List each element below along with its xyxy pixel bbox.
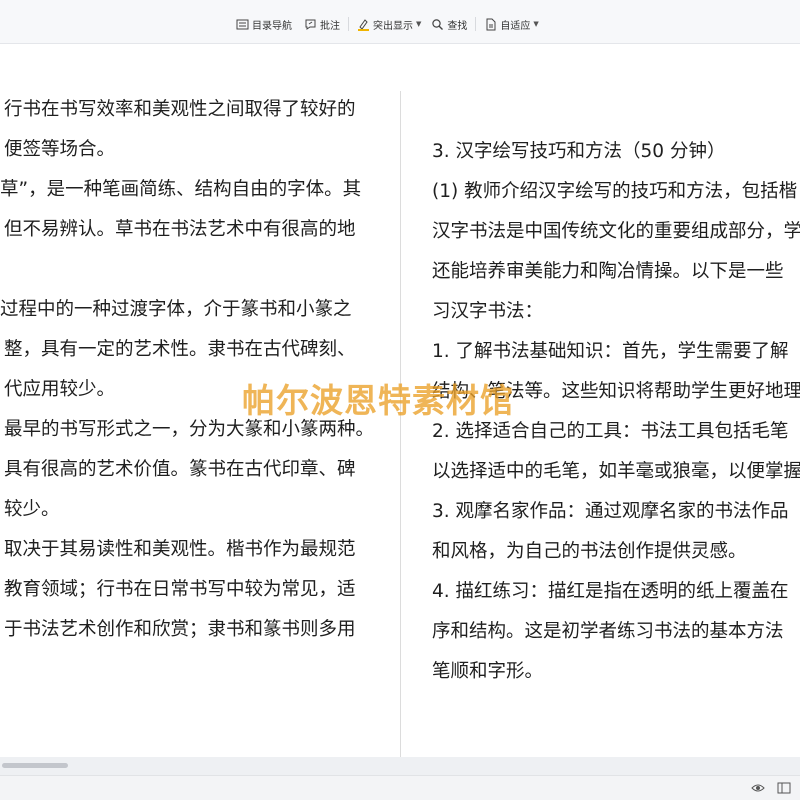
toolbar-separator	[475, 17, 477, 31]
document-fit-icon	[486, 18, 496, 30]
text-line: 于书法艺术创作和欣赏；隶书和篆书则多用	[4, 619, 356, 640]
text-line: 教育领域；行书在日常书写中较为常见，适	[4, 579, 356, 600]
text-line: 行书在书写效率和美观性之间取得了较好的	[4, 99, 356, 120]
text-line: 还能培养审美能力和陶冶情操。以下是一些	[432, 261, 784, 282]
text-line: 3. 观摩名家作品：通过观摩名家的书法作品	[432, 501, 789, 522]
text-line: 结构、笔法等。这些知识将帮助学生更好地理	[432, 381, 800, 402]
text-line: 和风格，为自己的书法创作提供灵感。	[432, 541, 747, 562]
text-line: 便签等场合。	[4, 139, 116, 160]
text-line: (1) 教师介绍汉字绘写的技巧和方法，包括楷	[432, 181, 798, 202]
search-label: 查找	[447, 20, 468, 32]
panel-toggle-icon[interactable]	[777, 782, 791, 794]
comment-icon	[305, 19, 316, 30]
horizontal-scrollbar[interactable]	[0, 757, 800, 775]
toolbar-buttons: 目录导航 批注 突出显示 ▼ 查找 自适应 ▼	[233, 14, 542, 34]
status-bar	[0, 775, 800, 800]
highlighter-icon	[358, 18, 369, 31]
nav-button[interactable]: 目录导航	[233, 14, 295, 34]
right-page-text: 3. 汉字绘写技巧和方法（50 分钟） (1) 教师介绍汉字绘写的技巧和方法，包…	[432, 132, 800, 692]
comment-label: 批注	[320, 20, 340, 32]
text-line: 整，具有一定的艺术性。隶书在古代碑刻、	[4, 339, 356, 360]
text-line: 草”，是一种笔画简练、结构自由的字体。其	[0, 179, 362, 200]
top-toolbar: 目录导航 批注 突出显示 ▼ 查找 自适应 ▼	[0, 0, 800, 44]
page-divider	[400, 91, 401, 766]
text-line: 具有很高的艺术价值。篆书在古代印章、碑	[4, 459, 356, 480]
section-heading: 3. 汉字绘写技巧和方法（50 分钟）	[432, 141, 726, 162]
search-icon	[432, 18, 444, 30]
text-line: 习汉字书法：	[432, 301, 544, 322]
left-page-text: 行书在书写效率和美观性之间取得了较好的 便签等场合。 草”，是一种笔画简练、结构…	[0, 90, 380, 650]
fit-button[interactable]: 自适应 ▼	[481, 14, 541, 34]
text-line: 但不易辨认。草书在书法艺术中有很高的地	[4, 219, 356, 240]
text-line: 代应用较少。	[4, 379, 116, 400]
eye-icon[interactable]	[751, 783, 765, 793]
text-line: 以选择适中的毛笔，如羊毫或狼毫，以便掌握	[432, 461, 800, 482]
chevron-down-icon[interactable]: ▼	[533, 20, 538, 28]
text-line: 序和结构。这是初学者练习书法的基本方法	[432, 621, 784, 642]
chevron-down-icon[interactable]: ▼	[416, 20, 421, 28]
table-of-contents-icon	[236, 19, 249, 29]
text-line: 较少。	[4, 499, 60, 520]
nav-label: 目录导航	[252, 20, 292, 32]
toolbar-separator	[348, 17, 349, 31]
text-line: 1. 了解书法基础知识：首先，学生需要了解	[432, 341, 789, 362]
scrollbar-thumb[interactable]	[2, 763, 68, 768]
text-line: 2. 选择适合自己的工具：书法工具包括毛笔	[432, 421, 789, 442]
text-line: 汉字书法是中国传统文化的重要组成部分，学	[432, 221, 800, 242]
search-button[interactable]: 查找	[428, 14, 470, 34]
highlight-button[interactable]: 突出显示 ▼	[354, 14, 424, 34]
comment-button[interactable]: 批注	[301, 14, 343, 34]
text-line: 最早的书写形式之一，分为大篆和小篆两种。	[4, 419, 375, 440]
text-line	[0, 250, 380, 290]
fit-label: 自适应	[500, 20, 531, 32]
text-line: 4. 描红练习：描红是指在透明的纸上覆盖在	[432, 581, 789, 602]
text-line: 过程中的一种过渡字体，介于篆书和小篆之	[0, 299, 352, 320]
highlight-label: 突出显示	[373, 20, 413, 32]
text-line: 笔顺和字形。	[432, 661, 544, 682]
text-line: 取决于其易读性和美观性。楷书作为最规范	[4, 539, 356, 560]
